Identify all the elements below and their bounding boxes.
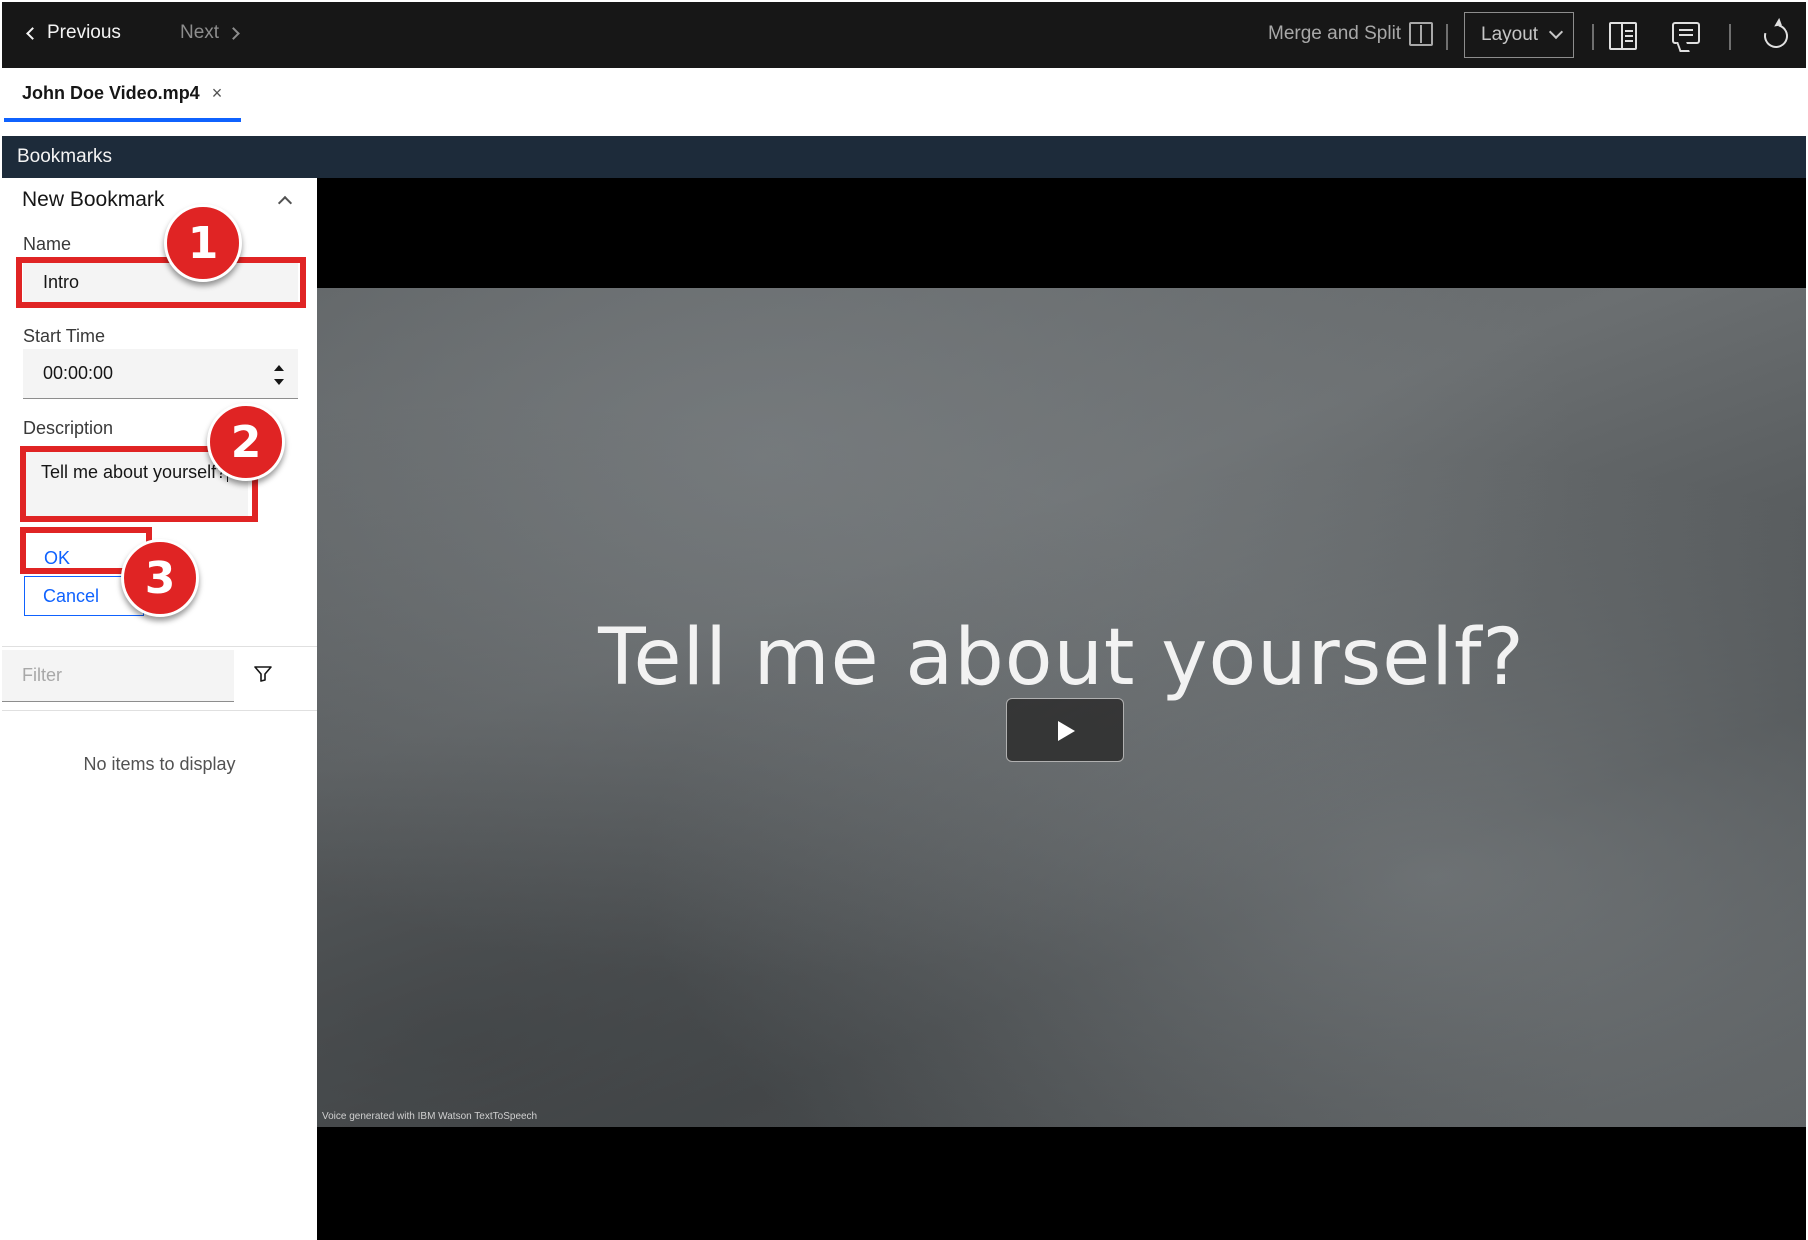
toolbar-divider <box>1446 24 1448 50</box>
callout-badge-1: 1 <box>164 204 242 282</box>
play-icon[interactable] <box>1006 698 1124 762</box>
close-icon[interactable]: × <box>212 83 223 104</box>
bookmarks-header: Bookmarks <box>2 136 1806 178</box>
layout-label: Layout <box>1481 24 1539 45</box>
toolbar-divider <box>1729 24 1731 50</box>
new-bookmark-title: New Bookmark <box>22 188 165 211</box>
side-panel-icon[interactable] <box>1609 22 1637 50</box>
name-label: Name <box>23 234 72 254</box>
merge-and-split-button[interactable]: Merge and Split <box>1268 22 1434 46</box>
top-toolbar: Previous Next Merge and Split Layout <box>2 2 1806 68</box>
callout-box-name <box>16 257 306 308</box>
refresh-icon[interactable] <box>1759 19 1793 53</box>
video-frame: Tell me about yourself? Voice generated … <box>317 288 1806 1127</box>
filter-icon[interactable] <box>254 666 272 682</box>
filter-input[interactable]: Filter <box>2 650 234 702</box>
slide-caption: Tell me about yourself? <box>598 613 1525 703</box>
section-divider <box>2 710 317 711</box>
comment-icon[interactable] <box>1672 22 1700 44</box>
section-divider <box>2 646 317 647</box>
next-label: Next <box>180 22 220 43</box>
merge-split-icon <box>1409 22 1434 46</box>
cancel-label: Cancel <box>43 585 100 606</box>
start-time-label: Start Time <box>23 326 106 346</box>
previous-label: Previous <box>47 22 121 43</box>
bookmark-sidebar: New Bookmark Name Intro Start Time 00:00… <box>2 178 317 1240</box>
callout-badge-2: 2 <box>207 403 285 481</box>
toolbar-divider <box>1592 24 1594 50</box>
decrement-button[interactable] <box>274 379 284 385</box>
voice-credit: Voice generated with IBM Watson TextToSp… <box>322 1111 538 1122</box>
increment-button[interactable] <box>274 365 284 371</box>
start-time-field[interactable]: 00:00:00 <box>23 349 298 399</box>
tab-bar: John Doe Video.mp4 × <box>2 68 1806 136</box>
video-player[interactable]: Tell me about yourself? Voice generated … <box>317 178 1806 1240</box>
bookmarks-title: Bookmarks <box>17 146 113 167</box>
description-label: Description <box>23 418 114 438</box>
stepper-icon[interactable] <box>274 365 284 385</box>
chevron-down-icon <box>1548 24 1564 40</box>
chevron-left-icon <box>26 26 39 40</box>
tab-john-doe-video[interactable]: John Doe Video.mp4 × <box>4 68 241 122</box>
chevron-up-icon[interactable] <box>277 195 293 211</box>
layout-dropdown[interactable]: Layout <box>1464 12 1574 58</box>
chevron-right-icon <box>227 26 240 40</box>
previous-button[interactable]: Previous <box>26 22 121 44</box>
merge-and-split-label: Merge and Split <box>1268 23 1402 44</box>
empty-state-message: No items to display <box>83 754 236 774</box>
callout-badge-3: 3 <box>121 539 199 617</box>
filter-placeholder: Filter <box>22 665 62 685</box>
start-time-value: 00:00:00 <box>43 363 114 383</box>
next-button[interactable]: Next <box>180 22 240 44</box>
tab-title: John Doe Video.mp4 <box>22 82 200 103</box>
